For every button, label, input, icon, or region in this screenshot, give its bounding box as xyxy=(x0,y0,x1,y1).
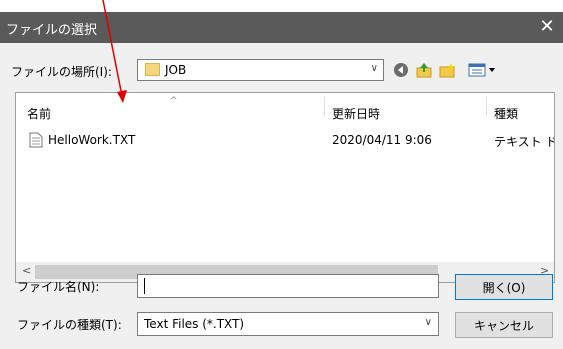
annotation-arrow xyxy=(102,0,127,103)
